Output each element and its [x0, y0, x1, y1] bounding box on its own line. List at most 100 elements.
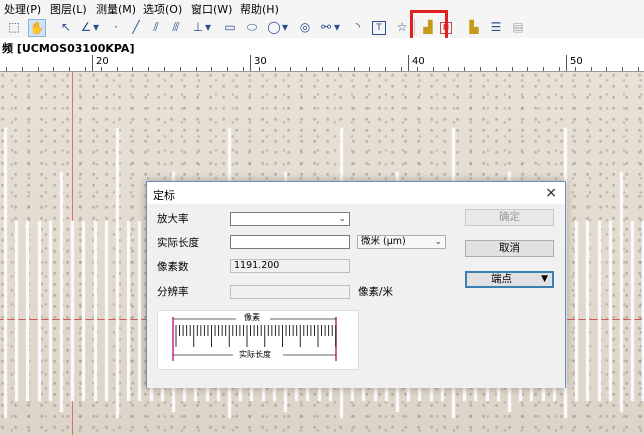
dialog-title: 定标	[153, 189, 175, 202]
ruler-minor-tick	[591, 67, 592, 71]
pixels-label: 像素数	[157, 261, 189, 273]
ruler-minor-tick	[6, 67, 7, 71]
ruler-minor-tick	[496, 67, 497, 71]
unit-select[interactable]: 微米 (μm) ⌄	[357, 235, 446, 249]
ruler-minor-tick	[559, 67, 560, 71]
cancel-button[interactable]: 取消	[465, 240, 554, 257]
export-icon[interactable]: ▤	[510, 19, 526, 35]
scale-graduation	[586, 221, 589, 401]
scale-graduation	[38, 221, 41, 401]
ruler-label: 50	[570, 56, 583, 67]
ruler-minor-tick	[180, 67, 181, 71]
scale-graduation	[598, 221, 601, 401]
calibration-diagram: 像素 实际长度	[157, 310, 359, 370]
magnification-label: 放大率	[157, 213, 189, 225]
menu-process[interactable]: 处理(P)	[4, 1, 41, 17]
ruler-minor-tick	[101, 67, 102, 71]
scale-graduation	[71, 221, 74, 401]
ruler-minor-tick	[148, 67, 149, 71]
ruler-minor-tick	[543, 67, 544, 71]
scale-graduation	[94, 221, 97, 401]
document-title: 频 [UCMOS03100KPA]	[2, 42, 135, 55]
scale-graduation	[620, 172, 623, 412]
magnification-select[interactable]: ⌄	[230, 212, 350, 226]
concentric-circle-icon[interactable]: ◎	[297, 19, 313, 35]
horizontal-ruler[interactable]: 20 30 40 50	[0, 55, 644, 72]
ruler-tick	[92, 55, 93, 71]
ellipse-icon[interactable]: ⬭	[244, 19, 260, 35]
scale-graduation	[138, 221, 141, 401]
ruler-minor-tick	[38, 67, 39, 71]
ruler-minor-tick	[622, 67, 623, 71]
align-icon[interactable]: ☰	[488, 19, 504, 35]
scale-graduation	[15, 221, 18, 401]
menu-layer[interactable]: 图层(L)	[50, 1, 87, 17]
ruler-tick	[408, 55, 409, 71]
ruler-minor-tick	[306, 67, 307, 71]
dropdown-arrow-icon[interactable]: ▾	[204, 19, 212, 35]
resolution-field	[230, 285, 350, 299]
ruler-minor-tick	[369, 67, 370, 71]
ruler-minor-tick	[22, 67, 23, 71]
ruler-label: 30	[254, 56, 267, 67]
multi-lines-icon[interactable]: ⫻	[168, 19, 184, 35]
arc-icon[interactable]: ◝	[350, 19, 366, 35]
point-icon[interactable]: ·	[108, 19, 124, 35]
ruler-minor-tick	[606, 67, 607, 71]
ruler-minor-tick	[290, 67, 291, 71]
close-icon[interactable]: ×	[545, 185, 557, 201]
resolution-unit: 像素/米	[358, 286, 394, 298]
circle-icon[interactable]: ◯	[266, 19, 282, 35]
text-icon[interactable]: T	[372, 21, 386, 35]
rectangle-icon[interactable]: ▭	[222, 19, 238, 35]
scale-graduation	[127, 221, 130, 401]
star-icon[interactable]: ☆	[394, 19, 410, 35]
menu-options[interactable]: 选项(O)	[143, 1, 182, 17]
ruler-minor-tick	[417, 67, 418, 71]
ruler-tick	[566, 55, 567, 71]
ruler-label: 20	[96, 56, 109, 67]
endpoint-button[interactable]: 端点 ▼	[465, 271, 554, 288]
ruler-minor-tick	[527, 67, 528, 71]
ruler-minor-tick	[211, 67, 212, 71]
pointer-icon[interactable]: ↖	[58, 19, 74, 35]
diagram-actual-length-label: 实际长度	[239, 350, 271, 359]
ruler-minor-tick	[401, 67, 402, 71]
ruler-minor-tick	[53, 67, 54, 71]
dropdown-arrow-icon[interactable]: ▾	[281, 19, 289, 35]
ruler-minor-tick	[638, 67, 639, 71]
dropdown-arrow-icon[interactable]: ▾	[333, 19, 341, 35]
line-icon[interactable]: ╱	[128, 19, 144, 35]
ruler-minor-tick	[464, 67, 465, 71]
dropdown-arrow-icon[interactable]: ▾	[92, 19, 100, 35]
ruler-minor-tick	[85, 67, 86, 71]
ruler-minor-tick	[322, 67, 323, 71]
ruler-minor-tick	[433, 67, 434, 71]
actual-length-input[interactable]	[230, 235, 350, 249]
toolbar: ⬚ ✋ ↖ ∠ ▾ · ╱ ⫽ ⫻ ⊥ ▾ ▭ ⬭ ◯ ▾ ◎ ⚯ ▾ ◝ T …	[0, 16, 644, 39]
ruler-minor-tick	[243, 67, 244, 71]
hand-pan-icon[interactable]: ✋	[28, 19, 46, 37]
parallel-lines-icon[interactable]: ⫽	[148, 19, 164, 35]
ruler-minor-tick	[164, 67, 165, 71]
ruler-minor-tick	[338, 67, 339, 71]
scale-graduation	[4, 128, 7, 418]
rect-select-icon[interactable]: ⬚	[6, 19, 22, 35]
ruler-minor-tick	[275, 67, 276, 71]
two-circles-icon[interactable]: ⚯	[318, 19, 334, 35]
resolution-label: 分辨率	[157, 286, 189, 298]
ok-button[interactable]: 确定	[465, 209, 554, 226]
scale-bar-icon[interactable]: ▙	[466, 19, 482, 35]
menu-measure[interactable]: 测量(M)	[96, 1, 136, 17]
menu-help[interactable]: 帮助(H)	[240, 1, 279, 17]
ruler-minor-tick	[227, 67, 228, 71]
actual-length-label: 实际长度	[157, 237, 199, 249]
scale-graduation	[105, 221, 108, 401]
scale-graduation	[575, 221, 578, 401]
ruler-minor-tick	[512, 67, 513, 71]
chevron-down-icon: ⌄	[338, 214, 346, 224]
menu-window[interactable]: 窗口(W)	[191, 1, 232, 17]
ruler-minor-tick	[117, 67, 118, 71]
scale-graduation	[631, 221, 634, 401]
ruler-minor-tick	[132, 67, 133, 71]
